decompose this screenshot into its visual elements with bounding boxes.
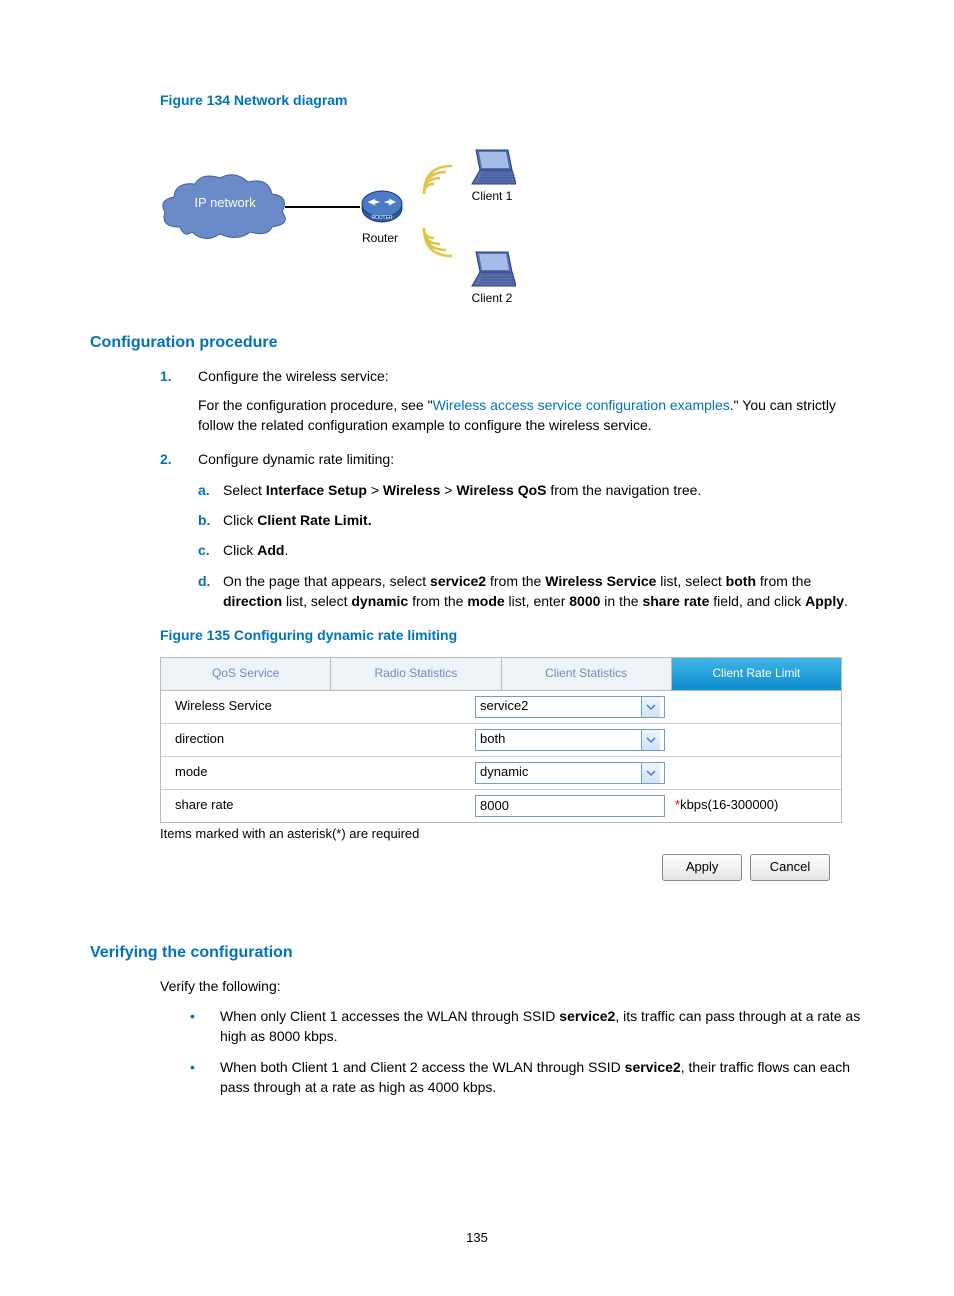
- tab-radio-statistics[interactable]: Radio Statistics: [331, 658, 501, 689]
- text: On the page that appears, select: [223, 573, 430, 589]
- fld-mode: mode: [467, 593, 504, 609]
- step-number: 1.: [160, 366, 172, 386]
- ssid-bold: service2: [559, 1008, 615, 1024]
- nav-wireless-qos: Wireless QoS: [456, 482, 546, 498]
- client-rate-limit-bold: Client Rate Limit.: [257, 512, 371, 528]
- chevron-down-icon: [641, 697, 660, 717]
- add-bold: Add: [257, 542, 284, 558]
- text: from the: [408, 593, 467, 609]
- router-label: Router: [350, 230, 410, 247]
- fld-share-rate: share rate: [642, 593, 709, 609]
- select-value: dynamic: [480, 763, 528, 782]
- text: from the navigation tree.: [547, 482, 702, 498]
- label-mode: mode: [161, 757, 475, 788]
- cloud-label: IP network: [160, 194, 290, 213]
- figure134-caption: Figure 134 Network diagram: [160, 90, 864, 110]
- cancel-button[interactable]: Cancel: [750, 854, 830, 881]
- client1-label: Client 1: [467, 188, 517, 205]
- select-value: service2: [480, 697, 528, 716]
- required-note: Items marked with an asterisk(*) are req…: [160, 825, 864, 844]
- svg-text:ROUTER: ROUTER: [371, 215, 393, 221]
- laptop-icon: [468, 250, 516, 288]
- apply-button[interactable]: Apply: [662, 854, 742, 881]
- verify-bullet: When both Client 1 and Client 2 access t…: [160, 1057, 864, 1098]
- step-number: 2.: [160, 449, 172, 469]
- text: .: [284, 542, 288, 558]
- text: from the: [756, 573, 811, 589]
- select-value: both: [480, 730, 505, 749]
- nav-wireless: Wireless: [383, 482, 440, 498]
- client2-label: Client 2: [467, 290, 517, 307]
- router-icon: ROUTER: [360, 186, 404, 226]
- substep-letter: d.: [198, 571, 210, 591]
- input-share-rate[interactable]: [475, 795, 665, 817]
- connection-line: [285, 206, 360, 208]
- text: .: [844, 593, 848, 609]
- text: list, select: [282, 593, 351, 609]
- substep-letter: c.: [198, 540, 210, 560]
- wifi-icon: [420, 224, 454, 258]
- val-service2: service2: [430, 573, 486, 589]
- text: field, and click: [709, 593, 805, 609]
- ssid-bold: service2: [625, 1059, 681, 1075]
- wireless-examples-link[interactable]: Wireless access service configuration ex…: [433, 397, 730, 413]
- text: in the: [600, 593, 642, 609]
- page-number: 135: [0, 1229, 954, 1248]
- select-wireless-service[interactable]: service2: [475, 696, 665, 718]
- text: from the: [486, 573, 545, 589]
- verify-bullet: When only Client 1 accesses the WLAN thr…: [160, 1006, 864, 1047]
- network-diagram: IP network ROUTER Router: [160, 122, 560, 307]
- config-procedure-heading: Configuration procedure: [90, 331, 864, 354]
- label-direction: direction: [161, 724, 475, 755]
- val-dynamic: dynamic: [351, 593, 408, 609]
- step2-text: Configure dynamic rate limiting:: [198, 451, 394, 467]
- label-wireless-service: Wireless Service: [161, 691, 475, 722]
- share-rate-units: kbps(16-300000): [680, 797, 778, 812]
- chevron-down-icon: [641, 730, 660, 750]
- rate-limit-form: QoS Service Radio Statistics Client Stat…: [160, 657, 842, 822]
- substep-letter: b.: [198, 510, 210, 530]
- text: list, select: [656, 573, 725, 589]
- tab-client-rate-limit[interactable]: Client Rate Limit: [672, 658, 841, 689]
- laptop-icon: [468, 148, 516, 186]
- chevron-down-icon: [641, 763, 660, 783]
- select-direction[interactable]: both: [475, 729, 665, 751]
- fld-wireless-service: Wireless Service: [545, 573, 656, 589]
- text: Click: [223, 512, 257, 528]
- apply-bold: Apply: [805, 593, 844, 609]
- text: Click: [223, 542, 257, 558]
- step1-para-a: For the configuration procedure, see ": [198, 397, 433, 413]
- text: >: [440, 482, 456, 498]
- text: >: [367, 482, 383, 498]
- substep-letter: a.: [198, 480, 210, 500]
- label-share-rate: share rate: [161, 790, 475, 821]
- verify-intro: Verify the following:: [160, 976, 864, 996]
- wifi-icon: [420, 164, 454, 198]
- tab-client-statistics[interactable]: Client Statistics: [502, 658, 672, 689]
- val-8000: 8000: [569, 593, 600, 609]
- text: When both Client 1 and Client 2 access t…: [220, 1059, 625, 1075]
- figure135-caption: Figure 135 Configuring dynamic rate limi…: [160, 625, 864, 645]
- val-both: both: [726, 573, 756, 589]
- nav-interface-setup: Interface Setup: [266, 482, 367, 498]
- fld-direction: direction: [223, 593, 282, 609]
- text: list, enter: [505, 593, 570, 609]
- tab-qos-service[interactable]: QoS Service: [161, 658, 331, 689]
- text: When only Client 1 accesses the WLAN thr…: [220, 1008, 559, 1024]
- step1-text: Configure the wireless service:: [198, 368, 389, 384]
- verifying-heading: Verifying the configuration: [90, 941, 864, 964]
- text: Select: [223, 482, 266, 498]
- select-mode[interactable]: dynamic: [475, 762, 665, 784]
